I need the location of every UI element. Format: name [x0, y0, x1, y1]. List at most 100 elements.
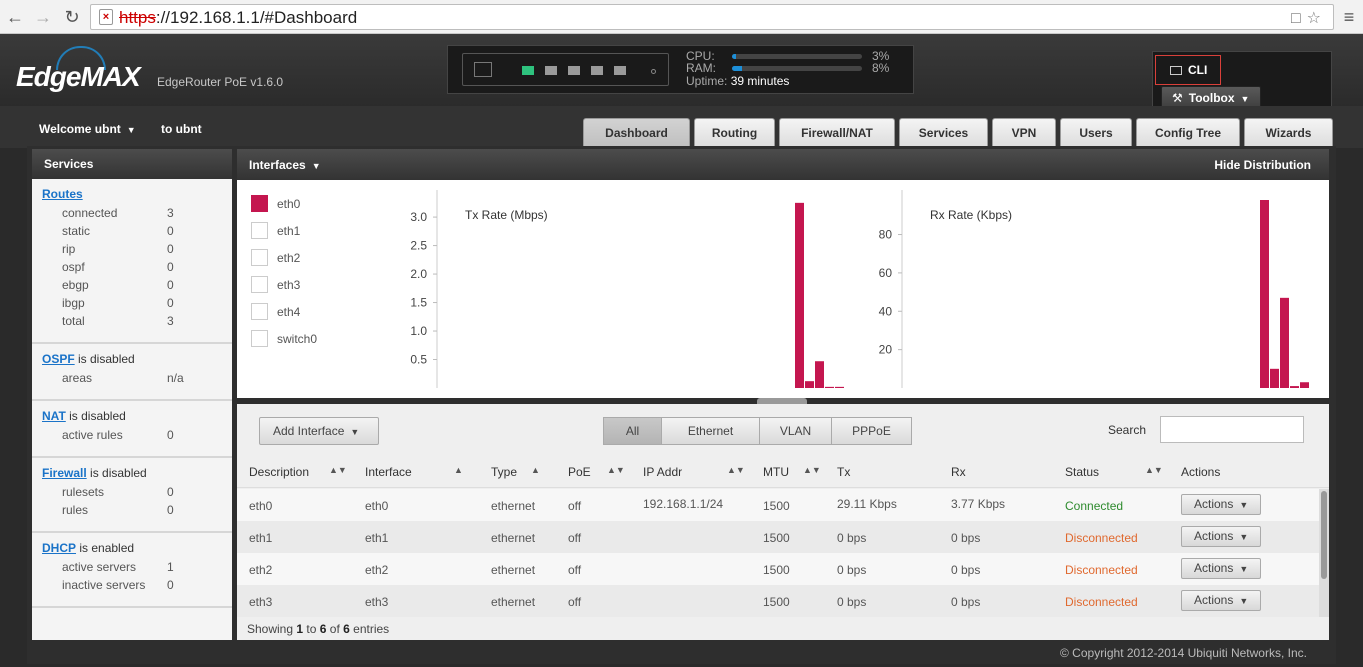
chart-bar[interactable] [825, 386, 834, 388]
sort-icon[interactable]: ▲▼ [1145, 465, 1163, 475]
search-input[interactable] [1160, 416, 1304, 443]
route-key: ebgp [62, 278, 89, 292]
tab-vpn[interactable]: VPN [992, 118, 1056, 148]
back-arrow-icon[interactable]: ← [4, 6, 26, 28]
dhcp-status: is enabled [76, 541, 135, 555]
col-interface[interactable]: Interface [365, 465, 412, 479]
chart-bar[interactable] [1260, 200, 1269, 388]
chart-bar[interactable] [1280, 297, 1289, 388]
row-actions-button[interactable]: Actions ▼ [1181, 558, 1261, 579]
route-value: 0 [167, 260, 174, 274]
showing-suffix: entries [349, 622, 390, 636]
chart-bar[interactable] [1290, 386, 1299, 388]
sort-icon[interactable]: ▲▼ [329, 465, 347, 475]
address-bar[interactable]: × https://192.168.1.1/#Dashboard □☆ [90, 4, 1334, 30]
cli-button[interactable]: CLI [1155, 55, 1221, 85]
cell-status: Disconnected [1065, 595, 1138, 609]
chart-bar[interactable] [1270, 368, 1279, 388]
legend-checkbox[interactable] [251, 303, 268, 320]
cell-type: ethernet [491, 563, 536, 577]
route-value: 3 [167, 206, 174, 220]
filter-ethernet[interactable]: Ethernet [661, 417, 760, 445]
sort-icon[interactable]: ▲▼ [803, 465, 821, 475]
forward-arrow-icon[interactable]: → [32, 6, 54, 28]
col-description[interactable]: Description [249, 465, 309, 479]
sort-icon[interactable]: ▲▼ [727, 465, 745, 475]
y-tick-label: 3.0 [410, 210, 427, 224]
legend-checkbox[interactable] [251, 195, 268, 212]
route-value: 0 [167, 242, 174, 256]
welcome-user-menu[interactable]: Welcome ubnt ▼ [39, 122, 136, 136]
firewall-link[interactable]: Firewall [42, 466, 87, 480]
console-port-icon [474, 62, 492, 77]
chart-bar[interactable] [795, 202, 804, 388]
row-actions-button[interactable]: Actions ▼ [1181, 526, 1261, 547]
add-interface-button[interactable]: Add Interface ▼ [259, 417, 379, 445]
tab-wizards[interactable]: Wizards [1244, 118, 1333, 148]
col-actions: Actions [1181, 465, 1221, 479]
firewall-value: 0 [167, 485, 174, 499]
col-rx[interactable]: Rx [951, 465, 966, 479]
reload-icon[interactable]: ↻ [61, 6, 83, 28]
legend-checkbox[interactable] [251, 276, 268, 293]
interfaces-menu[interactable]: Interfaces ▼ [249, 158, 321, 172]
tab-users[interactable]: Users [1060, 118, 1132, 148]
nat-link[interactable]: NAT [42, 409, 66, 423]
legend-checkbox[interactable] [251, 330, 268, 347]
showing-entries: Showing 1 to 6 of 6 entries [247, 622, 389, 636]
filter-vlan[interactable]: VLAN [759, 417, 832, 445]
row-actions-button[interactable]: Actions ▼ [1181, 494, 1261, 515]
nat-value: 0 [167, 428, 174, 442]
routes-link[interactable]: Routes [42, 187, 83, 201]
bookmark-star-icon[interactable]: □☆ [1291, 8, 1327, 28]
tab-services[interactable]: Services [899, 118, 988, 148]
menu-icon[interactable]: ≡ [1338, 6, 1360, 28]
legend-checkbox[interactable] [251, 222, 268, 239]
port-eth3-icon [591, 66, 603, 75]
chevron-down-icon: ▼ [126, 125, 136, 135]
tx-rate-chart: 3.0 2.5 2.0 1.5 1.0 0.5 Tx Rate (Mbps) [410, 190, 844, 388]
chevron-down-icon: ▼ [1240, 94, 1250, 104]
chart-bar[interactable] [835, 386, 844, 388]
sort-icon[interactable]: ▲▼ [607, 465, 625, 475]
route-key: rip [62, 242, 76, 256]
col-type[interactable]: Type [491, 465, 517, 479]
col-poe[interactable]: PoE [568, 465, 591, 479]
scroll-thumb[interactable] [1321, 491, 1327, 579]
tab-dashboard[interactable]: Dashboard [583, 118, 690, 148]
route-value: 0 [167, 224, 174, 238]
ospf-link[interactable]: OSPF [42, 352, 75, 366]
cell-description: eth2 [249, 563, 273, 577]
tab-routing[interactable]: Routing [694, 118, 775, 148]
cell-status: Disconnected [1065, 531, 1138, 545]
cell-rx: 0 bps [951, 531, 981, 545]
dhcp-link[interactable]: DHCP [42, 541, 76, 555]
y-tick-label: 20 [879, 343, 893, 357]
search-label: Search [1108, 423, 1147, 437]
row-actions-button[interactable]: Actions ▼ [1181, 590, 1261, 611]
col-tx[interactable]: Tx [837, 465, 850, 479]
chart-bar[interactable] [815, 361, 824, 388]
cell-description: eth0 [249, 499, 273, 513]
col-status[interactable]: Status [1065, 465, 1099, 479]
chart-bar[interactable] [805, 381, 814, 388]
cell-status: Disconnected [1065, 563, 1138, 577]
hide-distribution-link[interactable]: Hide Distribution [1214, 158, 1311, 172]
filter-pppoe[interactable]: PPPoE [831, 417, 912, 445]
port-eth4-icon [614, 66, 626, 75]
filter-all[interactable]: All [603, 417, 662, 445]
showing-to-word: to [303, 622, 320, 636]
chart-bar[interactable] [1300, 382, 1309, 388]
table-scrollbar[interactable] [1319, 489, 1329, 617]
sort-asc-icon[interactable]: ▲ [531, 465, 540, 475]
sort-asc-icon[interactable]: ▲ [454, 465, 463, 475]
col-mtu[interactable]: MTU [763, 465, 789, 479]
tab-config-tree[interactable]: Config Tree [1136, 118, 1240, 148]
legend-checkbox[interactable] [251, 249, 268, 266]
app-header: EdgeMAX EdgeRouter PoE v1.6.0 CPU: 3% RA… [0, 34, 1363, 116]
col-ip-addr[interactable]: IP Addr [643, 465, 682, 479]
dhcp-value: 1 [167, 560, 174, 574]
cell-type: ethernet [491, 531, 536, 545]
add-interface-label: Add Interface [273, 424, 345, 438]
tab-firewall-nat[interactable]: Firewall/NAT [779, 118, 895, 148]
